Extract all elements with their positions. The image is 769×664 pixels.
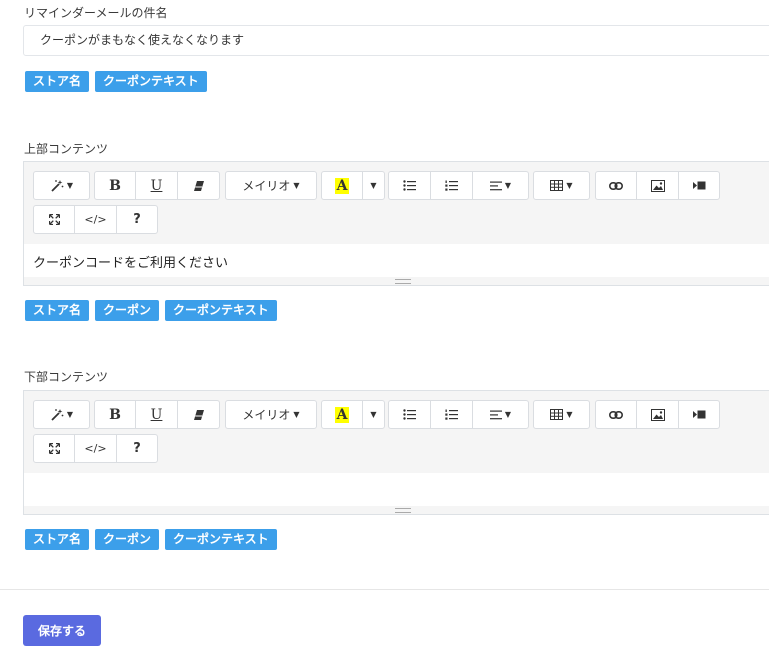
grip-icon [395,507,411,513]
eraser-icon [193,180,205,192]
unordered-list-button[interactable] [388,400,431,429]
video-icon [692,410,706,419]
code-view-button[interactable]: </> [74,434,117,463]
toolbar-row-1: ▼ B U メイリオ ▼ A ▼ ▼ ▼ [24,162,769,200]
toolbar-row-2: </> ? [24,197,769,234]
font-family-dropdown[interactable]: メイリオ ▼ [225,400,317,429]
top-content-editable[interactable]: クーポンコードをご利用ください [24,244,769,278]
chevron-down-icon: ▼ [504,181,512,190]
image-button[interactable] [636,171,679,200]
save-button[interactable]: 保存する [23,615,101,646]
font-color-button[interactable]: A [321,400,363,429]
video-button[interactable] [678,171,720,200]
style-magic-button[interactable]: ▼ [33,171,90,200]
tag-store-name[interactable]: ストア名 [25,300,90,321]
clear-format-button[interactable] [177,171,220,200]
tag-coupon-text[interactable]: クーポンテキスト [165,529,277,550]
chevron-down-icon: ▼ [66,181,74,190]
fullscreen-icon [48,443,60,454]
subject-tags: ストア名 クーポンテキスト [25,71,207,92]
toolbar-row-2: </> ? [24,426,769,463]
subject-input[interactable] [23,25,769,56]
footer-divider [0,589,769,590]
link-button[interactable] [595,171,637,200]
underline-button[interactable]: U [135,171,178,200]
tag-store-name[interactable]: ストア名 [25,71,90,92]
tag-coupon[interactable]: クーポン [95,300,160,321]
font-color-icon: A [334,177,350,194]
fullscreen-icon [48,214,60,225]
chevron-down-icon: ▼ [504,410,512,419]
clear-format-button[interactable] [177,400,220,429]
font-color-button[interactable]: A [321,171,363,200]
ordered-list-button[interactable] [430,171,473,200]
top-content-label: 上部コンテンツ [24,142,109,156]
tag-coupon[interactable]: クーポン [95,529,160,550]
grip-icon [395,278,411,284]
help-icon: ? [133,212,141,227]
font-family-dropdown[interactable]: メイリオ ▼ [225,171,317,200]
chevron-down-icon: ▼ [566,410,573,419]
image-button[interactable] [636,400,679,429]
chevron-down-icon: ▼ [370,181,377,190]
numbered-list-icon [445,409,458,420]
chevron-down-icon: ▼ [293,410,300,419]
table-icon [550,409,564,420]
magic-wand-icon [50,408,64,422]
table-icon [550,180,564,191]
fullscreen-button[interactable] [33,205,75,234]
video-button[interactable] [678,400,720,429]
subject-label: リマインダーメールの件名 [24,6,168,20]
help-button[interactable]: ? [116,205,158,234]
paragraph-align-dropdown[interactable]: ▼ [472,400,529,429]
chevron-down-icon: ▼ [566,181,573,190]
tag-store-name[interactable]: ストア名 [25,529,90,550]
help-button[interactable]: ? [116,434,158,463]
bullet-list-icon [403,180,416,191]
tag-coupon-text[interactable]: クーポンテキスト [95,71,207,92]
style-magic-button[interactable]: ▼ [33,400,90,429]
font-color-dropdown[interactable]: ▼ [362,400,385,429]
bottom-content-editor: ▼ B U メイリオ ▼ A ▼ ▼ ▼ </> ? [23,390,769,515]
align-left-icon [489,181,502,191]
bottom-content-editable[interactable] [24,473,769,507]
align-left-icon [489,410,502,420]
table-dropdown[interactable]: ▼ [533,171,590,200]
top-content-tags: ストア名 クーポン クーポンテキスト [25,300,277,321]
editor-resize-handle[interactable] [24,277,769,285]
code-icon: </> [84,442,107,455]
bold-button[interactable]: B [94,171,136,200]
image-icon [650,179,665,192]
fullscreen-button[interactable] [33,434,75,463]
chevron-down-icon: ▼ [370,410,377,419]
bullet-list-icon [403,409,416,420]
bottom-content-tags: ストア名 クーポン クーポンテキスト [25,529,277,550]
font-color-icon: A [334,406,350,423]
tag-coupon-text[interactable]: クーポンテキスト [165,300,277,321]
code-icon: </> [84,213,107,226]
paragraph-align-dropdown[interactable]: ▼ [472,171,529,200]
help-icon: ? [133,441,141,456]
editor-resize-handle[interactable] [24,506,769,514]
magic-wand-icon [50,179,64,193]
table-dropdown[interactable]: ▼ [533,400,590,429]
ordered-list-button[interactable] [430,400,473,429]
bottom-content-label: 下部コンテンツ [24,370,109,384]
underline-button[interactable]: U [135,400,178,429]
toolbar-row-1: ▼ B U メイリオ ▼ A ▼ ▼ ▼ [24,391,769,429]
image-icon [650,408,665,421]
bold-button[interactable]: B [94,400,136,429]
code-view-button[interactable]: </> [74,205,117,234]
video-icon [692,181,706,190]
eraser-icon [193,409,205,421]
top-content-editor: ▼ B U メイリオ ▼ A ▼ ▼ ▼ </> ? クーポンコードをご利用くだ… [23,161,769,286]
link-icon [609,410,623,419]
chevron-down-icon: ▼ [293,181,300,190]
numbered-list-icon [445,180,458,191]
unordered-list-button[interactable] [388,171,431,200]
link-icon [609,181,623,190]
link-button[interactable] [595,400,637,429]
chevron-down-icon: ▼ [66,410,74,419]
font-color-dropdown[interactable]: ▼ [362,171,385,200]
